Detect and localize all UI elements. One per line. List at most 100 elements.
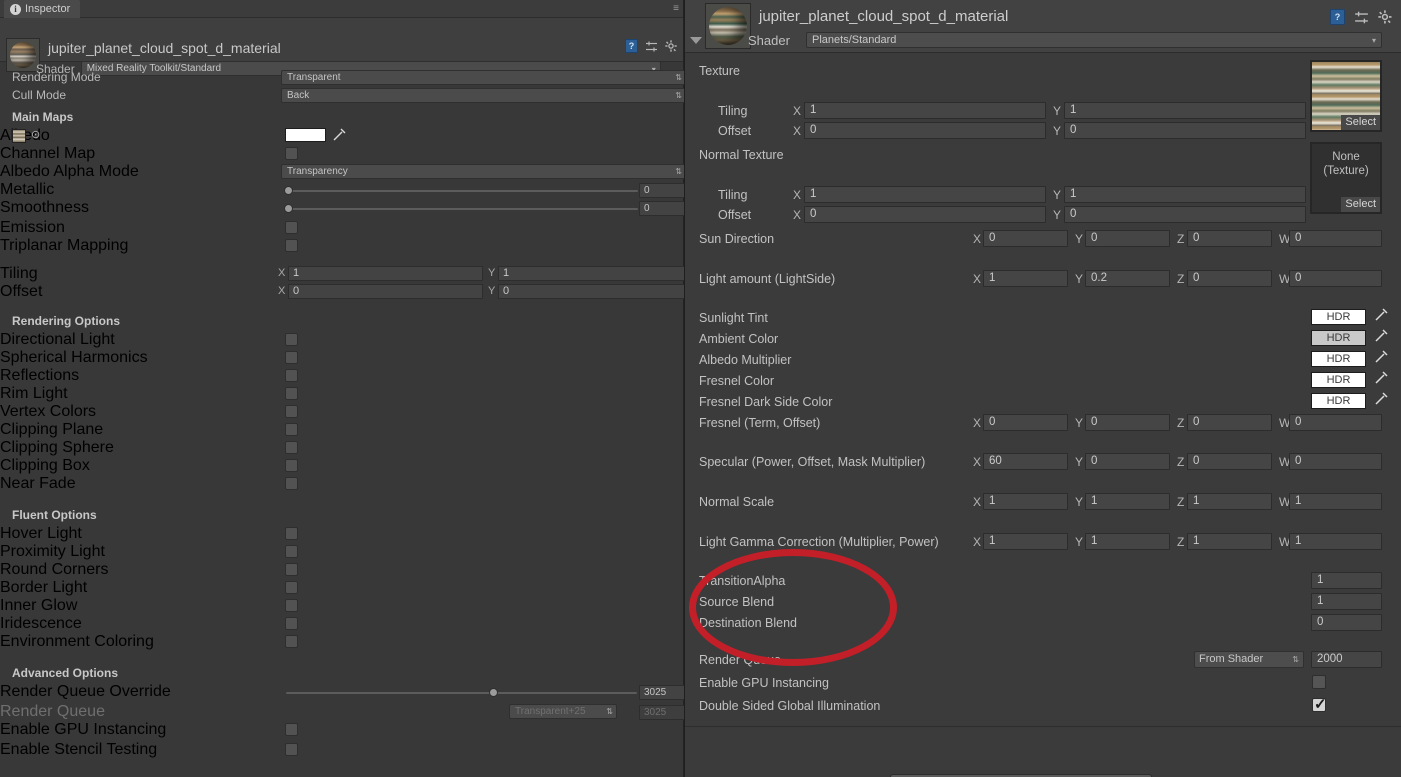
smoothness-value[interactable]: 0 xyxy=(639,201,686,216)
spherical-harmonics-checkbox[interactable] xyxy=(285,351,298,364)
rendering-mode-dropdown[interactable]: Transparent ⇅ xyxy=(281,70,686,85)
proximity-light-checkbox[interactable] xyxy=(285,545,298,558)
normal-tiling-x-input[interactable]: 1 xyxy=(804,186,1046,203)
collapse-triangle-icon[interactable] xyxy=(690,37,702,44)
tab-menu-icon[interactable]: ≡ xyxy=(673,3,679,14)
tiling-y-input[interactable]: 1 xyxy=(498,266,686,281)
fresnel-w-input[interactable]: 0 xyxy=(1289,414,1382,431)
source-blend-input[interactable]: 1 xyxy=(1311,593,1382,610)
right-material-preview-thumbnail[interactable] xyxy=(705,3,751,49)
right-shader-dropdown[interactable]: Planets/Standard ▾ xyxy=(806,32,1382,48)
normal-texture-select-button[interactable]: Select xyxy=(1341,197,1380,212)
tab-inspector[interactable]: i Inspector xyxy=(4,0,80,18)
texture-tiling-y-input[interactable]: 1 xyxy=(1064,102,1306,119)
fresnel-x-input[interactable]: 0 xyxy=(983,414,1068,431)
albedo-toggle-icon[interactable]: ⊙ xyxy=(31,128,40,141)
light-gamma-y-input[interactable]: 1 xyxy=(1085,533,1170,550)
ambient-color-swatch[interactable]: HDR xyxy=(1311,330,1366,346)
texture-offset-y-input[interactable]: 0 xyxy=(1064,122,1306,139)
eyedropper-icon[interactable] xyxy=(1374,307,1389,327)
reflections-checkbox[interactable] xyxy=(285,369,298,382)
sun-direction-z-input[interactable]: 0 xyxy=(1187,230,1272,247)
normal-scale-w-input[interactable]: 1 xyxy=(1289,493,1382,510)
light-gamma-w-input[interactable]: 1 xyxy=(1289,533,1382,550)
right-render-queue-input[interactable]: 2000 xyxy=(1311,651,1382,668)
enable-stencil-testing-checkbox[interactable] xyxy=(285,743,298,756)
eyedropper-icon[interactable] xyxy=(1374,328,1389,348)
light-amount-w-input[interactable]: 0 xyxy=(1289,270,1382,287)
triplanar-mapping-checkbox[interactable] xyxy=(285,239,298,252)
right-gpu-instancing-checkbox[interactable] xyxy=(1312,675,1326,689)
fresnel-z-input[interactable]: 0 xyxy=(1187,414,1272,431)
double-sided-gi-checkbox[interactable] xyxy=(1312,698,1326,712)
albedo-alpha-mode-dropdown[interactable]: Transparency ⇅ xyxy=(281,164,686,179)
fresnel-color-swatch[interactable]: HDR xyxy=(1311,372,1366,388)
transition-alpha-input[interactable]: 1 xyxy=(1311,572,1382,589)
enable-gpu-instancing-checkbox[interactable] xyxy=(285,723,298,736)
hover-light-checkbox[interactable] xyxy=(285,527,298,540)
light-amount-x-input[interactable]: 1 xyxy=(983,270,1068,287)
clipping-plane-checkbox[interactable] xyxy=(285,423,298,436)
texture-offset-x-input[interactable]: 0 xyxy=(804,122,1046,139)
specular-z-input[interactable]: 0 xyxy=(1187,453,1272,470)
clipping-box-checkbox[interactable] xyxy=(285,459,298,472)
light-amount-y-input[interactable]: 0.2 xyxy=(1085,270,1170,287)
texture-slot[interactable]: Select xyxy=(1310,60,1382,132)
normal-texture-slot[interactable]: None (Texture) Select xyxy=(1310,142,1382,214)
environment-coloring-checkbox[interactable] xyxy=(285,635,298,648)
normal-scale-z-input[interactable]: 1 xyxy=(1187,493,1272,510)
sun-direction-x-input[interactable]: 0 xyxy=(983,230,1068,247)
albedo-multiplier-swatch[interactable]: HDR xyxy=(1311,351,1366,367)
eyedropper-icon[interactable] xyxy=(332,127,347,147)
offset-y-input[interactable]: 0 xyxy=(498,284,686,299)
eyedropper-icon[interactable] xyxy=(1374,349,1389,369)
metallic-slider-track[interactable] xyxy=(288,190,638,192)
normal-tiling-y-input[interactable]: 1 xyxy=(1064,186,1306,203)
gear-icon[interactable] xyxy=(665,40,678,53)
smoothness-slider-track[interactable] xyxy=(288,208,638,210)
gear-icon[interactable] xyxy=(1378,10,1393,25)
right-render-queue-dropdown[interactable]: From Shader ⇅ xyxy=(1194,651,1304,668)
render-queue-override-value[interactable]: 3025 xyxy=(639,685,686,700)
albedo-color-swatch[interactable] xyxy=(285,128,326,142)
inner-glow-checkbox[interactable] xyxy=(285,599,298,612)
sunlight-tint-swatch[interactable]: HDR xyxy=(1311,309,1366,325)
normal-offset-x-input[interactable]: 0 xyxy=(804,206,1046,223)
normal-scale-x-input[interactable]: 1 xyxy=(983,493,1068,510)
sun-direction-y-input[interactable]: 0 xyxy=(1085,230,1170,247)
rim-light-checkbox[interactable] xyxy=(285,387,298,400)
help-icon[interactable]: ? xyxy=(625,39,638,53)
directional-light-checkbox[interactable] xyxy=(285,333,298,346)
render-queue-override-slider-knob[interactable] xyxy=(489,688,498,697)
near-fade-checkbox[interactable] xyxy=(285,477,298,490)
clipping-sphere-checkbox[interactable] xyxy=(285,441,298,454)
texture-tiling-x-input[interactable]: 1 xyxy=(804,102,1046,119)
smoothness-slider-knob[interactable] xyxy=(284,204,293,213)
metallic-value[interactable]: 0 xyxy=(639,183,686,198)
metallic-slider-knob[interactable] xyxy=(284,186,293,195)
tiling-x-input[interactable]: 1 xyxy=(288,266,483,281)
help-icon[interactable]: ? xyxy=(1330,9,1345,25)
destination-blend-input[interactable]: 0 xyxy=(1311,614,1382,631)
sun-direction-w-input[interactable]: 0 xyxy=(1289,230,1382,247)
normal-scale-y-input[interactable]: 1 xyxy=(1085,493,1170,510)
border-light-checkbox[interactable] xyxy=(285,581,298,594)
emission-checkbox[interactable] xyxy=(285,221,298,234)
normal-offset-y-input[interactable]: 0 xyxy=(1064,206,1306,223)
texture-select-button[interactable]: Select xyxy=(1341,115,1380,130)
specular-x-input[interactable]: 60 xyxy=(983,453,1068,470)
round-corners-checkbox[interactable] xyxy=(285,563,298,576)
render-queue-override-slider-track[interactable] xyxy=(286,692,637,694)
light-gamma-x-input[interactable]: 1 xyxy=(983,533,1068,550)
preset-icon[interactable] xyxy=(645,40,658,53)
iridescence-checkbox[interactable] xyxy=(285,617,298,630)
vertex-colors-checkbox[interactable] xyxy=(285,405,298,418)
specular-y-input[interactable]: 0 xyxy=(1085,453,1170,470)
eyedropper-icon[interactable] xyxy=(1374,391,1389,411)
albedo-texture-thumbnail[interactable] xyxy=(12,129,26,143)
channel-map-checkbox[interactable] xyxy=(285,147,298,160)
cull-mode-dropdown[interactable]: Back ⇅ xyxy=(281,88,686,103)
preset-icon[interactable] xyxy=(1354,10,1369,25)
eyedropper-icon[interactable] xyxy=(1374,370,1389,390)
light-amount-z-input[interactable]: 0 xyxy=(1187,270,1272,287)
